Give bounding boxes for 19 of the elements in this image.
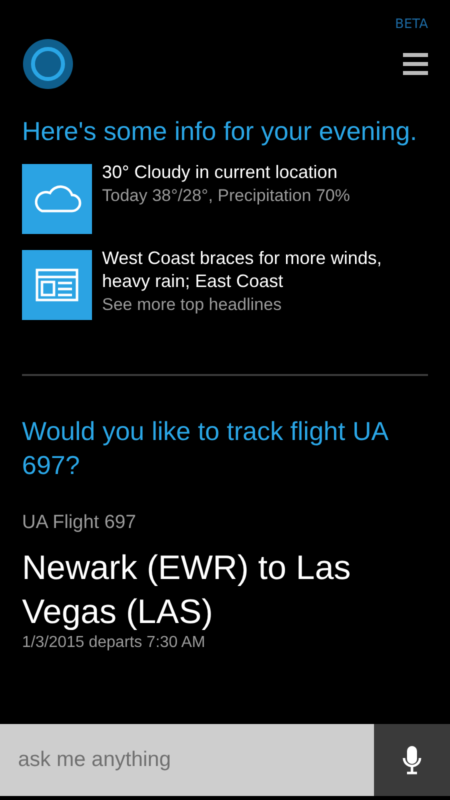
greeting-heading: Here's some info for your evening.	[22, 115, 418, 148]
search-field[interactable]: ask me anything	[0, 724, 374, 796]
card-subtitle: Today 38°/28°, Precipitation 70%	[102, 185, 350, 207]
microphone-icon	[402, 745, 422, 775]
microphone-button[interactable]	[374, 724, 450, 796]
flight-question[interactable]: Would you like to track flight UA 697?	[22, 414, 428, 482]
card-title: 30° Cloudy in current location	[102, 161, 338, 184]
cloud-icon	[32, 185, 82, 213]
news-tile[interactable]	[22, 250, 92, 320]
menu-icon[interactable]	[403, 53, 428, 75]
flight-label: UA Flight 697	[22, 512, 138, 534]
ring-logo-icon	[22, 38, 74, 90]
newspaper-icon	[35, 268, 79, 302]
departure-time: 1/3/2015 departs 7:30 AM	[22, 634, 206, 652]
card-subtitle[interactable]: See more top headlines	[102, 293, 428, 317]
weather-tile[interactable]	[22, 164, 92, 234]
beta-label: BETA	[395, 17, 428, 32]
flight-route: Newark (EWR) to Las Vegas (LAS)	[22, 548, 352, 633]
card-title: West Coast braces for more winds, heavy rain; East Coast	[102, 247, 383, 293]
